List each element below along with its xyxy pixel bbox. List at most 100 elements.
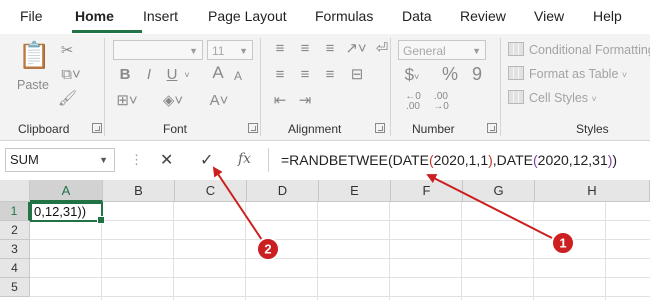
number-format-combo[interactable]: General ▼ [398,40,486,60]
orientation-icon[interactable]: ↗˅ [345,40,367,58]
styles-group-label: Styles [576,122,609,136]
comma-style-icon[interactable]: 9 [468,65,486,83]
column-header-g[interactable]: G [463,180,535,202]
currency-symbol: $ [404,65,415,84]
font-name-combo[interactable]: ▼ [113,40,203,60]
font-launcher-icon[interactable] [248,123,258,133]
separator [500,38,501,136]
number-launcher-icon[interactable] [487,123,497,133]
format-painter-icon[interactable]: 🖌 [58,90,77,108]
increase-indent-icon[interactable]: ⇥ [295,92,315,110]
percent-icon[interactable]: % [440,65,460,83]
conditional-formatting-icon [508,42,524,56]
separator [260,38,261,136]
increase-font-icon[interactable]: A [209,64,227,82]
column-header-c[interactable]: C [175,180,247,202]
drag-handle-icon[interactable]: ⋮ [130,152,143,168]
chevron-down-icon: ▼ [239,46,248,56]
select-all-corner[interactable] [0,180,30,202]
tab-page-layout[interactable]: Page Layout [208,8,287,24]
wrap-text-icon[interactable]: ⏎ [372,40,392,58]
active-cell-a1[interactable]: 0,12,31)) [30,202,105,224]
number-group-label: Number [412,122,455,136]
alignment-launcher-icon[interactable] [375,123,385,133]
formula-part: =RANDBETWEE(DATE [281,152,429,168]
font-color-icon[interactable]: A˅ [208,92,230,110]
chevron-down-icon: ▼ [99,155,108,165]
bold-icon[interactable]: B [116,66,134,84]
underline-icon[interactable]: U [163,66,181,84]
paste-label: Paste [17,78,49,92]
tab-data[interactable]: Data [402,8,432,24]
align-middle-icon[interactable]: ≡ [295,40,315,58]
italic-icon[interactable]: I [140,66,158,84]
decrease-decimal-icon[interactable]: .00 →0 [430,92,452,112]
formula-part: 2020,1,1 [433,152,489,168]
tab-view[interactable]: View [534,8,564,24]
row-header-5[interactable]: 5 [0,278,30,297]
enter-icon[interactable]: ✓ [200,150,213,170]
name-box[interactable]: SUM ▼ [5,148,115,172]
cell-styles-button[interactable]: Cell Styles ˅ [508,90,597,105]
align-right-icon[interactable]: ≡ [320,66,340,84]
align-top-icon[interactable]: ≡ [270,40,290,58]
tab-home[interactable]: Home [75,8,114,24]
formula-part: ,DATE [492,152,533,168]
decrease-indent-icon[interactable]: ⇤ [270,92,290,110]
format-as-table-label: Format as Table [529,67,619,81]
cell-styles-icon [508,90,524,104]
tab-file[interactable]: File [20,8,43,24]
row-header-4[interactable]: 4 [0,259,30,278]
merge-center-icon[interactable]: ⊟ [347,66,367,84]
align-center-icon[interactable]: ≡ [295,66,315,84]
align-bottom-icon[interactable]: ≡ [320,40,340,58]
fill-handle[interactable] [97,216,105,224]
copy-icon[interactable]: ⧉˅ [56,66,86,84]
chevron-down-icon: ▼ [472,46,481,56]
column-header-f[interactable]: F [391,180,463,202]
chevron-down-icon: ▼ [189,46,198,56]
row-header-3[interactable]: 3 [0,240,30,259]
clipboard-launcher-icon[interactable] [92,123,102,133]
cancel-icon[interactable]: ✕ [160,150,173,170]
format-as-table-button[interactable]: Format as Table ˅ [508,66,627,81]
worksheet-grid: A B C D E F G H 1 2 3 4 5 0,12,31)) [0,180,650,300]
active-tab-indicator [72,30,142,33]
cell-styles-label: Cell Styles [529,91,589,105]
column-header-b[interactable]: B [103,180,175,202]
column-header-h[interactable]: H [535,180,650,202]
align-left-icon[interactable]: ≡ [270,66,290,84]
insert-function-icon[interactable]: fx [238,151,251,167]
column-header-a[interactable]: A [30,180,103,202]
fill-color-icon[interactable]: ◈˅ [162,92,184,110]
font-size-combo[interactable]: 11 ▼ [207,40,253,60]
row-header-1[interactable]: 1 [0,202,30,221]
column-header-d[interactable]: D [247,180,319,202]
ribbon-tabs: File Home Insert Page Layout Formulas Da… [0,0,650,34]
separator [104,38,105,136]
tab-help[interactable]: Help [593,8,622,24]
decrease-font-icon[interactable]: A [230,67,246,85]
tab-formulas[interactable]: Formulas [315,8,373,24]
conditional-formatting-button[interactable]: Conditional Formatting [508,42,650,57]
format-as-table-icon [508,66,524,80]
tab-review[interactable]: Review [460,8,506,24]
font-size-value: 11 [212,44,225,58]
number-format-value: General [403,44,446,58]
name-box-value: SUM [10,152,39,167]
formula-input[interactable]: =RANDBETWEE(DATE(2020,1,1),DATE(2020,12,… [268,148,650,172]
increase-decimal-icon[interactable]: ←0.00 [402,92,424,112]
clipboard-group-label: Clipboard [18,122,70,136]
cut-icon[interactable]: ✂ [58,42,76,60]
tab-insert[interactable]: Insert [143,8,178,24]
font-group-label: Font [163,122,188,136]
alignment-group-label: Alignment [288,122,342,136]
formula-part: ) [612,152,618,168]
chevron-down-icon[interactable]: ˅ [181,66,193,84]
borders-icon[interactable]: ⊞˅ [116,92,138,110]
paste-icon[interactable]: 📋 [18,40,50,70]
column-header-e[interactable]: E [319,180,391,202]
currency-icon[interactable]: $˅ [400,66,424,86]
cell-area[interactable] [30,202,650,300]
row-header-2[interactable]: 2 [0,221,30,240]
